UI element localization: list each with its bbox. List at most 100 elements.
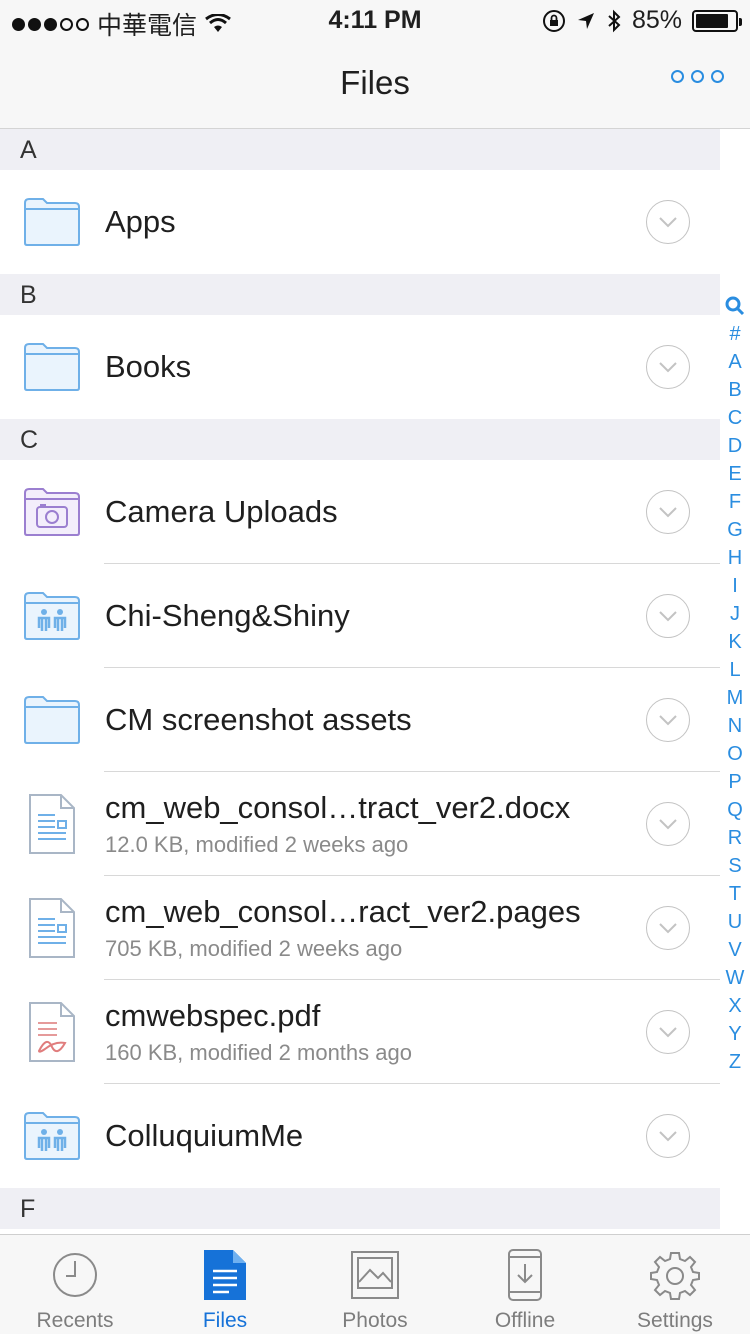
- index-letter[interactable]: Y: [728, 1020, 741, 1048]
- chevron-down-icon: [659, 1027, 677, 1038]
- chevron-down-icon: [659, 923, 677, 934]
- item-options-button[interactable]: [646, 1010, 690, 1054]
- tab-label: Recents: [36, 1309, 114, 1332]
- section-header: F: [0, 1188, 720, 1229]
- file-list-item[interactable]: ColluquiumMe: [0, 1084, 720, 1188]
- item-text: Chi-Sheng&Shiny: [104, 598, 646, 634]
- navigation-bar: Files: [0, 40, 750, 129]
- file-list-item[interactable]: cmwebspec.pdf 160 KB, modified 2 months …: [0, 980, 720, 1084]
- item-name: Chi-Sheng&Shiny: [105, 598, 350, 633]
- item-options-button[interactable]: [646, 345, 690, 389]
- item-name: cm_web_consol…ract_ver2.pages: [105, 894, 581, 929]
- chevron-down-icon: [659, 611, 677, 622]
- index-letter[interactable]: Q: [727, 796, 743, 824]
- file-list-item[interactable]: cm_web_consol…tract_ver2.docx 12.0 KB, m…: [0, 772, 720, 876]
- index-letter[interactable]: #: [729, 320, 740, 348]
- file-list-item[interactable]: Camera Uploads: [0, 460, 720, 564]
- item-options-button[interactable]: [646, 906, 690, 950]
- shared-folder-icon: [0, 591, 104, 641]
- page-title: Files: [340, 64, 410, 101]
- index-letter[interactable]: C: [728, 404, 742, 432]
- photos-icon: [350, 1247, 400, 1303]
- index-letter[interactable]: D: [728, 432, 742, 460]
- index-letter[interactable]: F: [729, 488, 741, 516]
- item-options-button[interactable]: [646, 490, 690, 534]
- file-list-item[interactable]: cm_web_consol…ract_ver2.pages 705 KB, mo…: [0, 876, 720, 980]
- chevron-down-icon: [659, 1131, 677, 1142]
- item-text: cm_web_consol…tract_ver2.docx 12.0 KB, m…: [104, 790, 646, 858]
- item-options-button[interactable]: [646, 802, 690, 846]
- item-options-button[interactable]: [646, 200, 690, 244]
- folder-icon: [0, 197, 104, 247]
- document-file-icon: [0, 793, 104, 855]
- index-letter[interactable]: X: [728, 992, 741, 1020]
- index-letter[interactable]: J: [730, 600, 740, 628]
- more-dot: [671, 70, 684, 83]
- index-letter[interactable]: A: [728, 348, 741, 376]
- battery-icon: [692, 9, 742, 32]
- item-name: Camera Uploads: [105, 494, 338, 529]
- section-header: C: [0, 419, 720, 460]
- file-list[interactable]: A Apps B Books C Camera Uploads Chi-Shen…: [0, 129, 720, 1232]
- item-name: Apps: [105, 204, 176, 239]
- tab-label: Files: [202, 1309, 248, 1332]
- item-text: Camera Uploads: [104, 494, 646, 530]
- tab-label: Photos: [342, 1309, 408, 1332]
- item-name: CM screenshot assets: [105, 702, 412, 737]
- index-letter[interactable]: P: [728, 768, 741, 796]
- orientation-lock-icon: [542, 9, 565, 32]
- status-right: 85%: [542, 6, 742, 35]
- chevron-down-icon: [659, 217, 677, 228]
- index-letter[interactable]: Z: [729, 1048, 741, 1076]
- item-text: cmwebspec.pdf 160 KB, modified 2 months …: [104, 998, 646, 1066]
- index-letter[interactable]: S: [728, 852, 741, 880]
- item-meta: 160 KB, modified 2 months ago: [105, 1040, 412, 1065]
- item-name: ColluquiumMe: [105, 1118, 304, 1153]
- item-options-button[interactable]: [646, 1114, 690, 1158]
- tab-photos[interactable]: Photos: [300, 1235, 450, 1334]
- index-letter[interactable]: I: [732, 572, 738, 600]
- index-search-icon[interactable]: [725, 292, 745, 320]
- alphabet-index[interactable]: # A B C D E F G H I J K L M N O P Q R S T U V W X Y Z: [722, 292, 748, 1076]
- index-letter[interactable]: R: [728, 824, 742, 852]
- more-options-button[interactable]: [671, 70, 724, 83]
- tab-label: Settings: [637, 1309, 713, 1332]
- index-letter[interactable]: L: [729, 656, 740, 684]
- index-letter[interactable]: O: [727, 740, 743, 768]
- tab-offline[interactable]: Offline: [450, 1235, 600, 1334]
- index-letter[interactable]: G: [727, 516, 743, 544]
- index-letter[interactable]: V: [728, 936, 741, 964]
- tab-files[interactable]: Files: [150, 1235, 300, 1334]
- file-list-item[interactable]: CM screenshot assets: [0, 668, 720, 772]
- file-list-item[interactable]: Apps: [0, 170, 720, 274]
- index-letter[interactable]: W: [726, 964, 745, 992]
- folder-icon: [0, 695, 104, 745]
- status-bar: 中華電信 4:11 PM 85%: [0, 0, 750, 40]
- tab-settings[interactable]: Settings: [600, 1235, 750, 1334]
- shared-folder-icon: [0, 1111, 104, 1161]
- files-icon: [201, 1247, 249, 1303]
- item-text: CM screenshot assets: [104, 702, 646, 738]
- tab-recents[interactable]: Recents: [0, 1235, 150, 1334]
- item-options-button[interactable]: [646, 594, 690, 638]
- gear-icon: [650, 1247, 700, 1303]
- index-letter[interactable]: H: [728, 544, 742, 572]
- index-letter[interactable]: U: [728, 908, 742, 936]
- item-options-button[interactable]: [646, 698, 690, 742]
- item-text: Books: [104, 349, 646, 385]
- item-text: cm_web_consol…ract_ver2.pages 705 KB, mo…: [104, 894, 646, 962]
- camera-folder-icon: [0, 487, 104, 537]
- index-letter[interactable]: T: [729, 880, 741, 908]
- file-list-item[interactable]: Books: [0, 315, 720, 419]
- tab-bar: Recents Files Photos Offline Settings: [0, 1234, 750, 1334]
- chevron-down-icon: [659, 819, 677, 830]
- offline-icon: [507, 1247, 543, 1303]
- index-letter[interactable]: N: [728, 712, 742, 740]
- index-letter[interactable]: E: [728, 460, 741, 488]
- clock-icon: [51, 1247, 99, 1303]
- section-header: A: [0, 129, 720, 170]
- index-letter[interactable]: B: [728, 376, 741, 404]
- index-letter[interactable]: K: [728, 628, 741, 656]
- index-letter[interactable]: M: [727, 684, 744, 712]
- file-list-item[interactable]: Chi-Sheng&Shiny: [0, 564, 720, 668]
